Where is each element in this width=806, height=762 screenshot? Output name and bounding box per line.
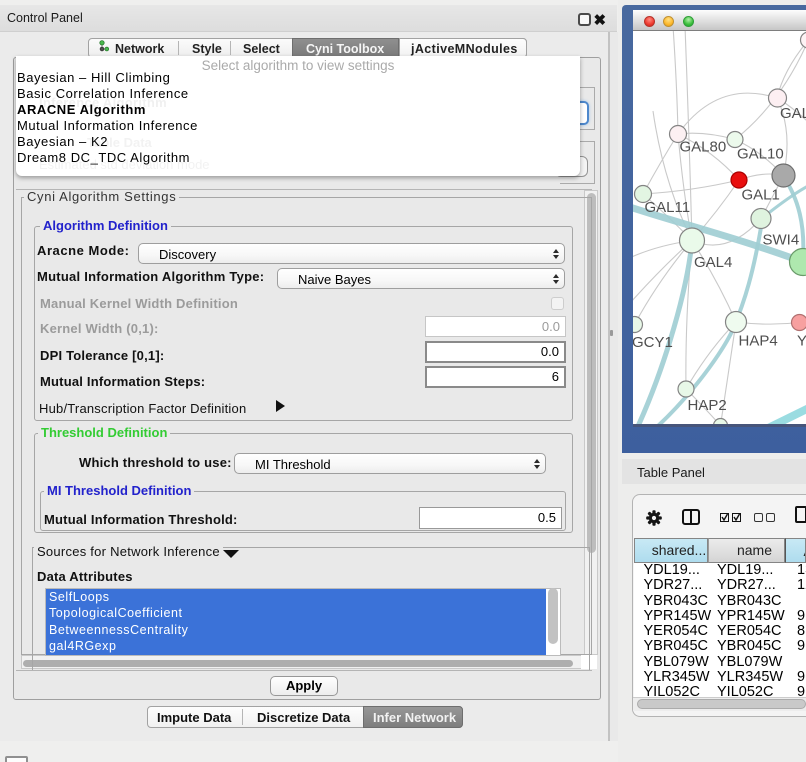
svg-text:HAP2: HAP2 — [688, 397, 727, 414]
svg-text:SWI4: SWI4 — [763, 232, 800, 249]
svg-text:GAL1: GAL1 — [742, 187, 780, 204]
svg-text:HAP4: HAP4 — [739, 333, 778, 350]
svg-text:GAL80: GAL80 — [680, 139, 727, 156]
svg-text:GCY1: GCY1 — [633, 334, 673, 351]
svg-text:GAL10: GAL10 — [737, 146, 784, 163]
svg-text:YM: YM — [797, 333, 806, 350]
svg-text:GAL7: GAL7 — [780, 105, 806, 122]
svg-text:GAL4: GAL4 — [694, 254, 732, 271]
svg-text:GAL11: GAL11 — [645, 199, 691, 216]
